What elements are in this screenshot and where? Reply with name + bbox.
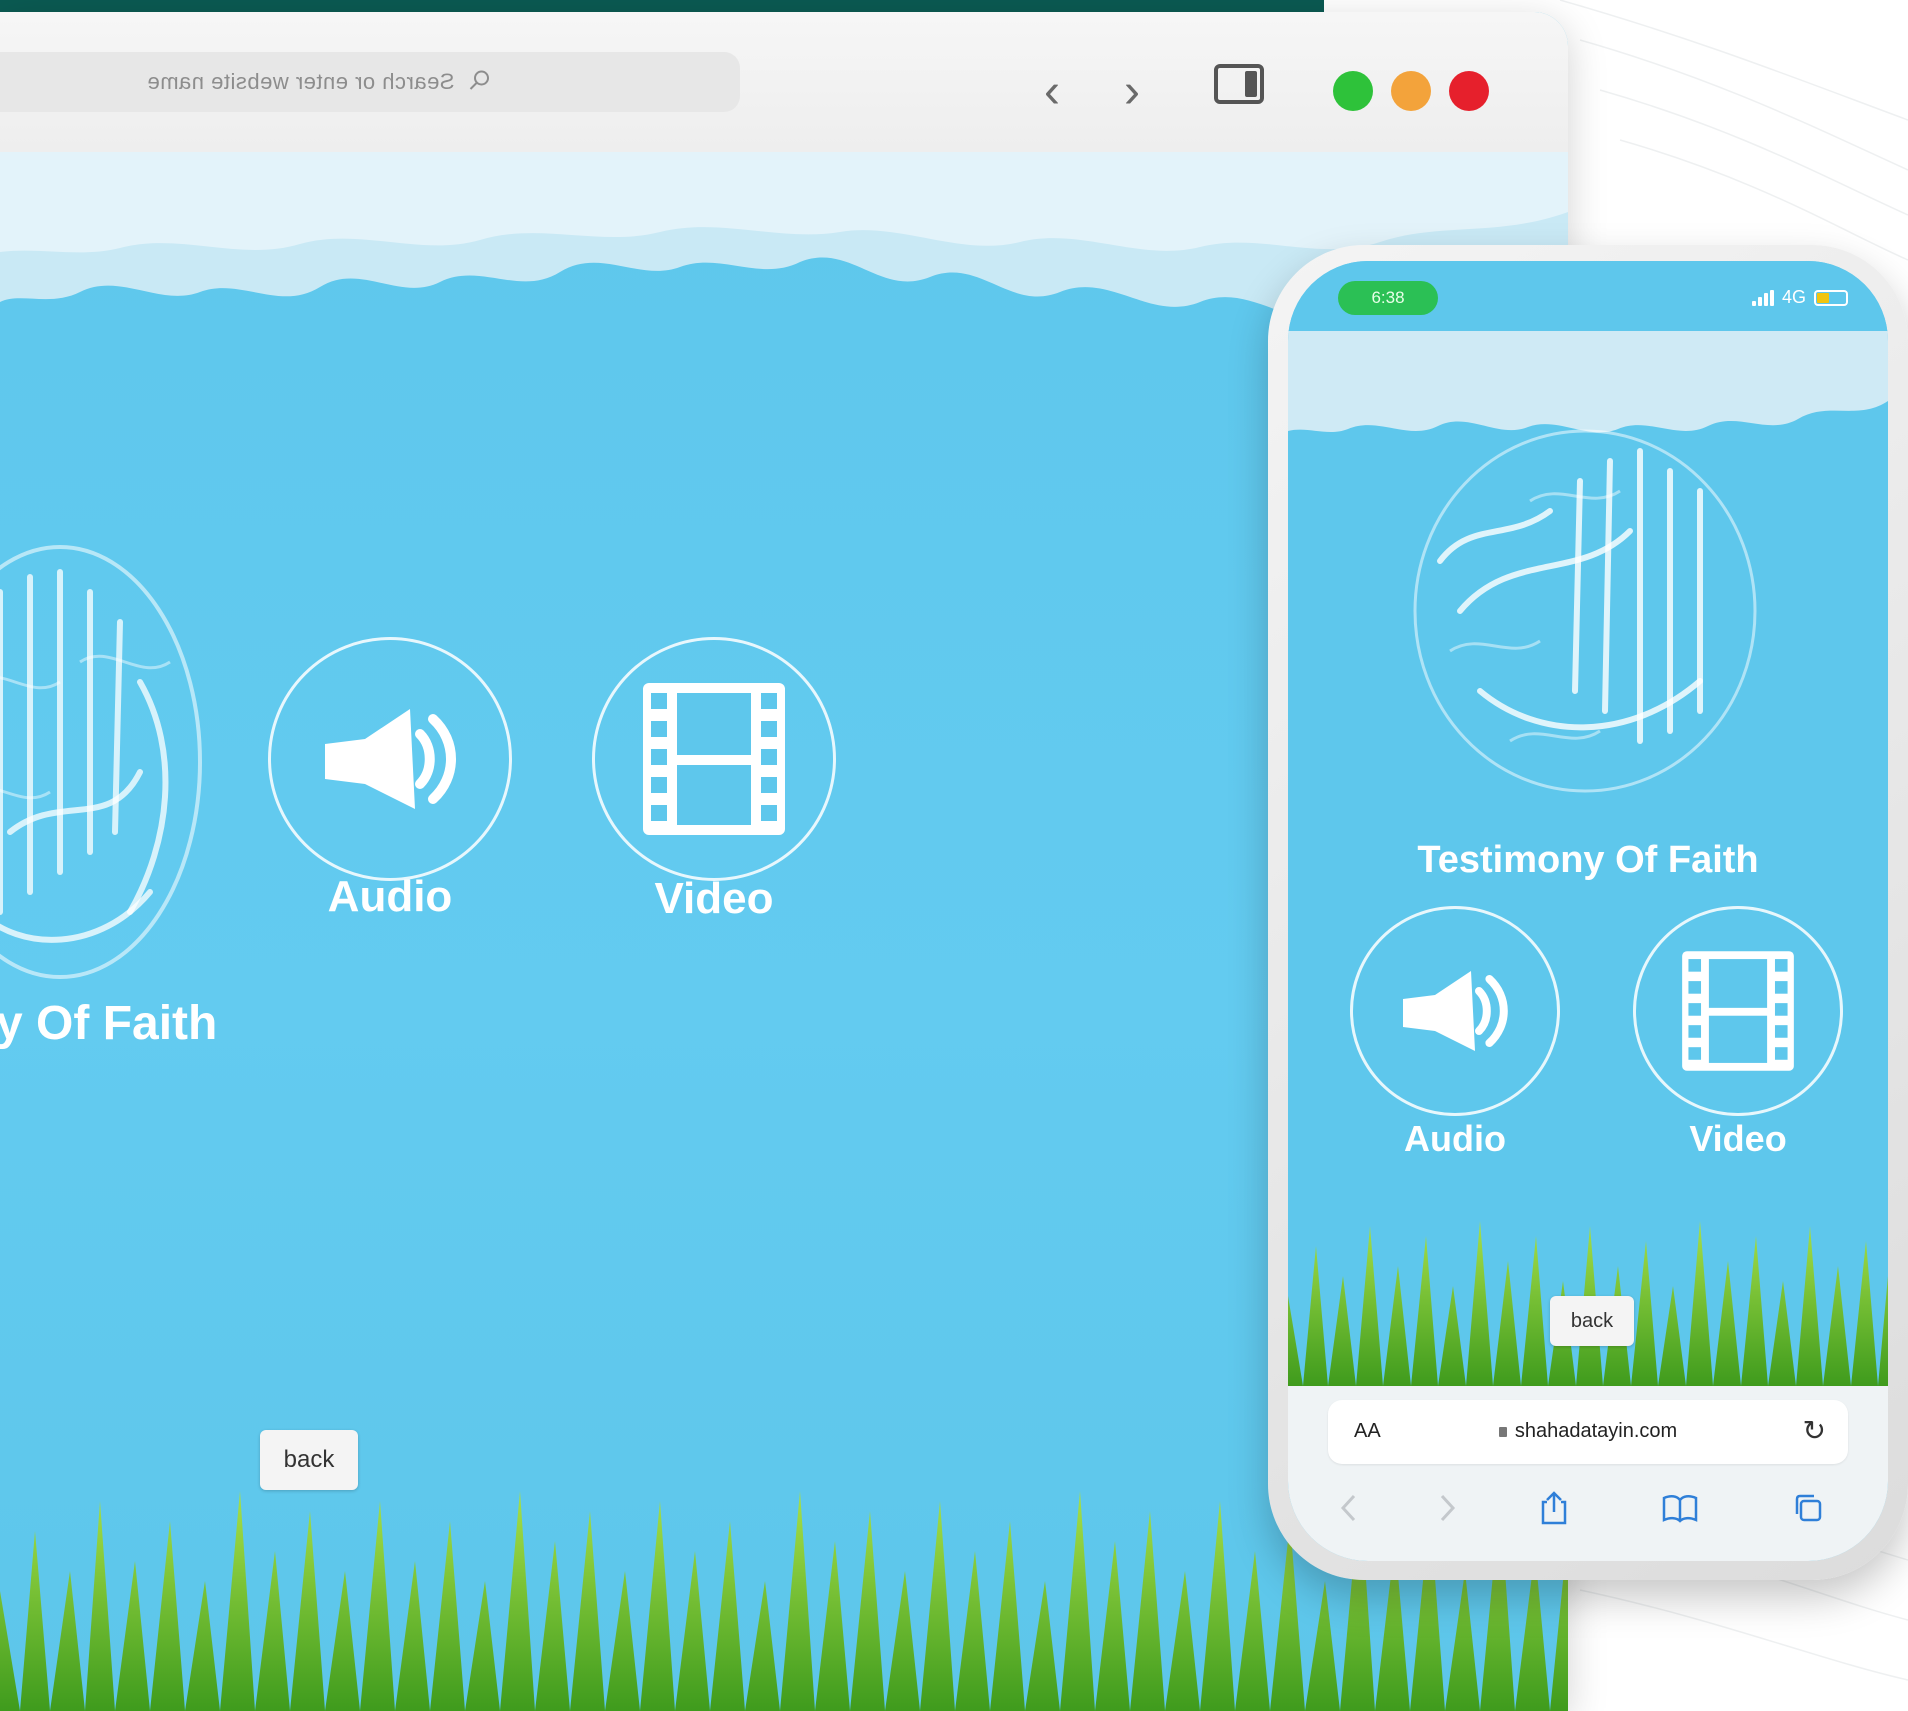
traffic-light-red[interactable]: [1449, 71, 1489, 111]
traffic-light-orange[interactable]: [1391, 71, 1431, 111]
audio-label: Audio: [327, 872, 453, 921]
battery-icon: [1814, 289, 1848, 306]
address-placeholder: Search or enter website name: [146, 69, 455, 94]
video-label: Video: [654, 874, 774, 923]
phone-mockup: 6:38 4G Testimony Of Faith Audio Video b…: [1268, 245, 1908, 1580]
safari-back-icon[interactable]: [1318, 1478, 1378, 1538]
speaker-icon: [1403, 971, 1508, 1051]
status-bar: 6:38 4G: [1288, 261, 1888, 331]
phone-back-button[interactable]: back: [1550, 1296, 1634, 1346]
film-icon: [1682, 951, 1794, 1071]
back-arrow-icon[interactable]: ‹: [1044, 68, 1060, 116]
url-bar[interactable]: AA shahadatayin.com ↻: [1328, 1400, 1848, 1464]
film-icon: [643, 683, 785, 835]
shahada-emblem: [0, 532, 210, 992]
audio-button[interactable]: Audio: [268, 637, 512, 937]
safari-bottom-bar: AA shahadatayin.com ↻: [1288, 1386, 1888, 1561]
tabs-icon[interactable]: [1778, 1478, 1838, 1538]
reload-icon[interactable]: ↻: [1803, 1414, 1826, 1447]
bookmarks-icon[interactable]: [1650, 1478, 1710, 1538]
forward-arrow-icon[interactable]: ›: [1124, 68, 1140, 116]
share-icon[interactable]: [1524, 1478, 1584, 1538]
top-band: [0, 0, 1324, 12]
status-time: 6:38: [1338, 281, 1438, 315]
phone-shahada-emblem: [1400, 411, 1770, 811]
search-icon: [468, 69, 490, 96]
phone-audio-button[interactable]: Audio: [1350, 906, 1560, 1166]
traffic-light-green[interactable]: [1333, 71, 1373, 111]
network-label: 4G: [1781, 287, 1806, 307]
browser-toolbar: Search or enter website name ‹ ›: [0, 12, 1568, 153]
video-circle: [592, 637, 836, 881]
phone-screen: 6:38 4G Testimony Of Faith Audio Video b…: [1288, 261, 1888, 1561]
phone-audio-circle: [1350, 906, 1560, 1116]
speaker-icon: [325, 709, 456, 809]
phone-audio-label: Audio: [1404, 1118, 1506, 1159]
sidebar-icon[interactable]: [1214, 64, 1264, 104]
phone-video-circle: [1633, 906, 1843, 1116]
phone-video-button[interactable]: Video: [1633, 906, 1843, 1166]
phone-video-label: Video: [1689, 1118, 1787, 1159]
audio-circle: [268, 637, 512, 881]
url-text: shahadatayin.com: [1514, 1420, 1678, 1442]
phone-page-title: Testimony Of Faith: [1417, 839, 1759, 881]
signal-icon: [1751, 289, 1774, 306]
safari-forward-icon[interactable]: [1418, 1478, 1478, 1538]
address-bar[interactable]: Search or enter website name: [0, 52, 740, 112]
video-button[interactable]: Video: [592, 637, 836, 937]
page-title: y Of Faith: [0, 997, 218, 1050]
lock-icon: [1498, 1426, 1507, 1437]
